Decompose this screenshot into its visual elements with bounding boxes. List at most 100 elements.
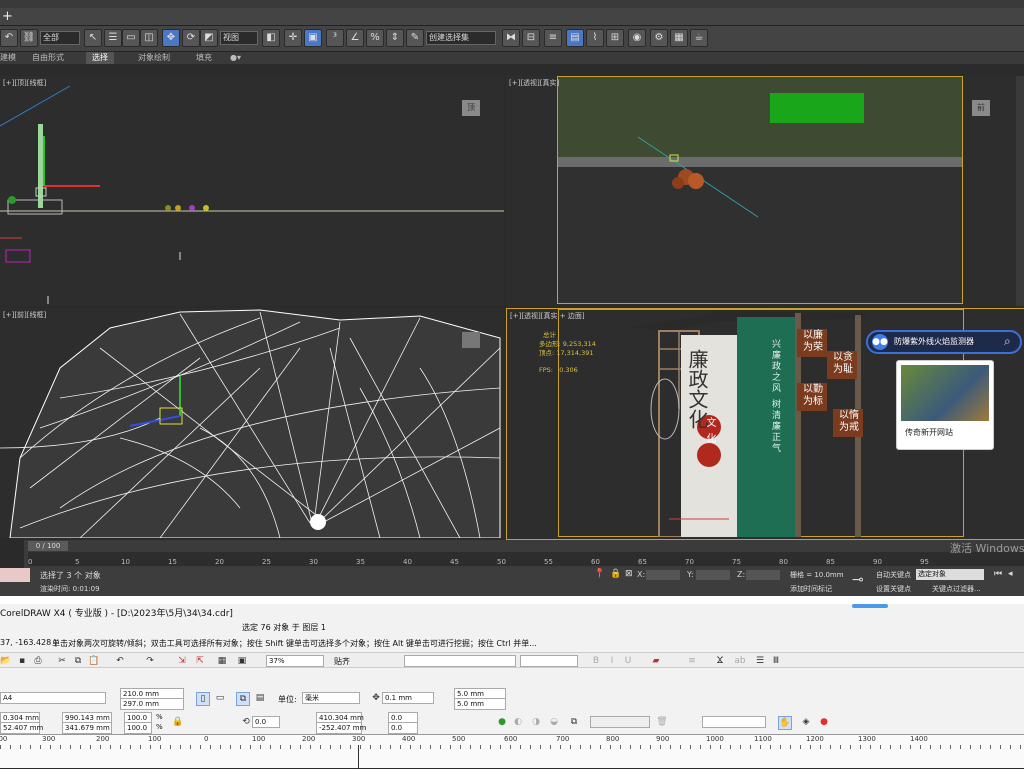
render-production-icon[interactable]: ☕ [690, 29, 708, 47]
rect-selection-icon[interactable]: ▭ [122, 29, 140, 47]
export-icon[interactable]: ⇱ [194, 655, 206, 667]
scene-explorer-icon[interactable]: ≡ [544, 29, 562, 47]
copy-icon[interactable]: ⧉ [72, 655, 84, 667]
current-page-icon[interactable]: ▤ [254, 692, 266, 704]
save-icon[interactable]: ▪ [16, 655, 28, 667]
zoom-dropdown[interactable]: 37% [266, 655, 324, 667]
plus-icon[interactable]: + [2, 10, 13, 24]
lock-selection-icon[interactable]: 🔒 [610, 569, 621, 579]
reference-coordinate-dropdown[interactable]: 视图 [220, 31, 258, 45]
intersect-icon[interactable]: ◑ [530, 716, 542, 728]
tab-object-paint[interactable]: 对象绘制 [138, 52, 170, 64]
auto-key-button[interactable]: 自动关键点 [876, 570, 911, 580]
viewport-label[interactable]: [+][前][线框] [3, 310, 46, 320]
cut-icon[interactable]: ✂ [56, 655, 68, 667]
search-popup[interactable]: ●● 防爆紫外线火焰监测器 ⌕ 传奇新开网站 [866, 330, 1022, 450]
outline-width-dropdown[interactable] [590, 716, 650, 728]
percent-snap-icon[interactable]: % [366, 29, 384, 47]
tab-freeform[interactable]: 自由形式 [32, 52, 64, 64]
snap-to-dropdown[interactable]: 贴齐 [334, 656, 350, 667]
undo-icon[interactable]: ↶ [114, 655, 126, 667]
object-y-field[interactable]: 52.407 mm [0, 722, 43, 734]
render-frame-icon[interactable]: ▦ [670, 29, 688, 47]
viewport-label[interactable]: [+][顶][线框] [3, 78, 46, 88]
style-dropdown[interactable] [702, 716, 766, 728]
material-editor-icon[interactable]: ◉ [628, 29, 646, 47]
ribbon-options-icon[interactable]: ●▾ [230, 52, 241, 64]
portrait-icon[interactable]: ▯ [196, 692, 210, 706]
maxscript-listener[interactable] [0, 568, 30, 582]
layer-explorer-icon[interactable]: ▤ [566, 29, 584, 47]
keyboard-shortcut-icon[interactable]: ▣ [304, 29, 322, 47]
delete-icon[interactable]: 🗑 [656, 716, 668, 728]
select-by-name-icon[interactable]: ☰ [104, 29, 122, 47]
align-left-icon[interactable]: ≡ [686, 655, 698, 667]
schematic-view-icon[interactable]: ⊞ [606, 29, 624, 47]
font-name-dropdown[interactable] [404, 655, 516, 667]
viewport-perspective-top[interactable]: [+][透视][真实] 前 [506, 76, 1024, 306]
add-time-tag[interactable]: 添加时间标记 [790, 584, 832, 594]
paste-icon[interactable]: 📋 [88, 655, 100, 667]
angle-snap-icon[interactable]: ∠ [346, 29, 364, 47]
front-minus-back-icon[interactable]: ⧉ [568, 716, 580, 728]
text-color-icon[interactable]: ▰ [650, 655, 662, 667]
viewport-label[interactable]: [+][透视][真实 + 边面] [510, 311, 585, 321]
weld-icon[interactable]: ● [496, 716, 508, 728]
units-dropdown[interactable]: 毫米 [302, 692, 360, 704]
underline-icon[interactable]: U [622, 655, 634, 667]
go-to-start-icon[interactable]: ⏮ [994, 569, 1002, 579]
page-height-field[interactable]: 297.0 mm [120, 698, 184, 710]
font-size-dropdown[interactable] [520, 655, 578, 667]
previous-frame-icon[interactable]: ◂ [1008, 569, 1013, 579]
snaps-toggle-icon[interactable]: ³ [326, 29, 344, 47]
render-setup-icon[interactable]: ⚙ [650, 29, 668, 47]
simplify-icon[interactable]: ◒ [548, 716, 560, 728]
object-height-field[interactable]: 341.679 mm [62, 722, 112, 734]
ad-card[interactable]: 传奇新开网站 [896, 360, 994, 450]
import-icon[interactable]: ⇲ [176, 655, 188, 667]
z-coord-field[interactable] [746, 570, 780, 580]
edit-named-sets-icon[interactable]: ✎ [406, 29, 424, 47]
landscape-icon[interactable]: ▭ [214, 692, 226, 704]
vertical-text-icon[interactable]: Ⅲ [770, 655, 782, 667]
curve-editor-icon[interactable]: ⌇ [586, 29, 604, 47]
paper-size-dropdown[interactable]: A4 [0, 692, 106, 704]
set-key-button[interactable]: 设置关键点 [876, 584, 911, 594]
time-slider[interactable]: 0 / 100 [28, 541, 68, 551]
viewport-label[interactable]: [+][透视][真实] [509, 78, 559, 88]
center-y-field[interactable]: -252.407 mm [316, 722, 366, 734]
duplicate-y-field[interactable]: 5.0 mm [454, 698, 506, 710]
search-bar[interactable]: ●● 防爆紫外线火焰监测器 ⌕ [866, 330, 1022, 354]
select-rotate-icon[interactable]: ⟳ [182, 29, 200, 47]
redo-icon[interactable]: ↷ [144, 655, 156, 667]
all-pages-icon[interactable]: ⧉ [236, 692, 250, 706]
bold-icon[interactable]: B [590, 655, 602, 667]
select-move-icon[interactable]: ✥ [162, 29, 180, 47]
ad-label[interactable]: 传奇新开网站 [905, 427, 953, 438]
window-crossing-icon[interactable]: ◫ [140, 29, 158, 47]
open-icon[interactable]: 📂 [0, 655, 12, 667]
nudge-distance-field[interactable]: 0.1 mm [382, 692, 434, 704]
viewport-front[interactable]: [+][前][线框] [0, 308, 504, 538]
timeline[interactable]: 0 / 100 0 5 10 15 20 25 30 35 40 45 50 5… [0, 540, 1024, 568]
lock-ratio-icon[interactable]: 🔒 [172, 716, 184, 728]
pick-tool-icon[interactable]: ✋ [778, 716, 792, 730]
scale-y-field[interactable]: 100.0 [124, 722, 152, 734]
isolate-icon[interactable]: 📍 [594, 569, 605, 579]
viewcube[interactable]: 前 [972, 100, 990, 116]
x-coord-field[interactable] [646, 570, 680, 580]
undo-icon[interactable]: ↶ [0, 29, 18, 47]
skew-y-field[interactable]: 0.0 [388, 722, 418, 734]
manipulate-icon[interactable]: ✛ [284, 29, 302, 47]
edit-text-icon[interactable]: ab [734, 655, 746, 667]
pivot-icon[interactable]: ◧ [262, 29, 280, 47]
search-icon[interactable]: ⌕ [1004, 334, 1011, 349]
search-text[interactable]: 防爆紫外线火焰监测器 [894, 336, 974, 347]
rotation-angle-field[interactable]: 0.0 [252, 716, 280, 728]
y-coord-field[interactable] [696, 570, 730, 580]
italic-icon[interactable]: I [606, 655, 618, 667]
select-scale-icon[interactable]: ◩ [200, 29, 218, 47]
mini-curve-editor-icon[interactable] [0, 540, 24, 568]
select-object-icon[interactable]: ↖ [84, 29, 102, 47]
align-icon[interactable]: ⊟ [522, 29, 540, 47]
